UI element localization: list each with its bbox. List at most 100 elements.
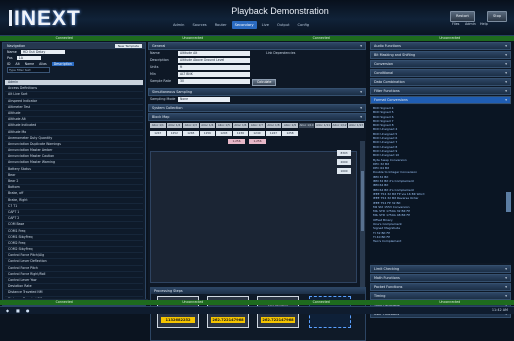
start-icon[interactable]: ◆ [6, 308, 9, 313]
min-input[interactable]: ALT BNK [178, 72, 250, 77]
block-map-column-header[interactable]: Alloc 1/4 [200, 123, 216, 128]
filter-alias[interactable]: Alias [39, 62, 47, 66]
function-section-header[interactable]: Conditional▾ [370, 69, 511, 77]
nav-item-router[interactable]: Router [212, 21, 230, 29]
nav-item-secondary[interactable]: Secondary [232, 21, 257, 29]
admin-link[interactable]: Admin [465, 22, 476, 26]
block-map-column-header[interactable]: Alloc 1/8 [266, 123, 282, 128]
new-template-button[interactable]: New Template [115, 44, 142, 48]
filter-name[interactable]: Name [25, 62, 34, 66]
block-map-cell[interactable]: 1247 [150, 131, 166, 136]
collapse-icon[interactable]: ▾ [360, 89, 362, 95]
block-map-header[interactable]: Block Map ▾ [148, 113, 366, 121]
collapse-icon[interactable]: ▾ [360, 43, 362, 49]
vertical-scrollbar[interactable] [360, 141, 365, 289]
block-map-column-header[interactable]: Alloc 1/7 [249, 123, 265, 128]
block-map-cell[interactable]: 1256 [200, 131, 216, 136]
scrollbar-thumb[interactable] [361, 171, 364, 231]
chevron-down-icon[interactable]: ▾ [505, 293, 507, 299]
collapse-icon[interactable]: ▾ [360, 105, 362, 111]
block-map-cell[interactable] [332, 131, 348, 136]
help-link[interactable]: Help [480, 22, 488, 26]
units-input[interactable]: ft [178, 65, 250, 70]
block-map-column-header[interactable]: Alloc 1/10 [299, 123, 315, 128]
block-map-cell[interactable]: 1252 [167, 131, 183, 136]
status-segment: Connected [257, 300, 386, 305]
chevron-down-icon[interactable]: ▾ [505, 275, 507, 281]
function-section-header[interactable]: Conversion▾ [370, 60, 511, 68]
chevron-down-icon[interactable]: ▾ [505, 284, 507, 290]
function-section-header[interactable]: Math Functions▾ [370, 274, 511, 282]
block-map-cell[interactable]: 1258 [282, 131, 298, 136]
function-section-header[interactable]: Packet Functions▾ [370, 283, 511, 291]
block-map-cell[interactable] [315, 131, 331, 136]
function-item[interactable]: Two's Complement [373, 239, 511, 243]
block-map-column-header[interactable]: Alloc 1/6 [233, 123, 249, 128]
chevron-down-icon[interactable]: ▾ [505, 70, 507, 76]
block-map-cell[interactable]: 1265 [183, 131, 199, 136]
general-header[interactable]: General ▾ [148, 42, 366, 50]
function-section-header[interactable]: Format Conversions▾ [370, 96, 511, 104]
function-section-header[interactable]: Bit Masking and Shifting▾ [370, 51, 511, 59]
function-section-header[interactable]: Limit Checking▾ [370, 265, 511, 273]
calculate-button[interactable]: Calculate [252, 79, 276, 86]
highlighted-cell[interactable]: 1,256 [228, 139, 245, 144]
collapse-icon[interactable]: ▾ [360, 114, 362, 120]
block-map-column-header[interactable]: Alloc 1/1 [150, 123, 166, 128]
block-map-cell[interactable]: 1240 [249, 131, 265, 136]
folder-icon[interactable]: ■ [16, 308, 20, 313]
filter-id[interactable]: ID [7, 62, 10, 66]
nav-item-live[interactable]: Live [259, 21, 272, 29]
processing-steps-header[interactable]: Processing Steps [151, 288, 365, 294]
chevron-down-icon[interactable]: ▾ [505, 43, 507, 49]
link-dependencies-label[interactable]: Link Dependencies [266, 51, 295, 56]
name-input[interactable]: Altitude Alt [178, 51, 250, 56]
block-map-column-header[interactable]: Alloc 1/12 [332, 123, 348, 128]
function-section-header[interactable]: Data Combination▾ [370, 78, 511, 86]
chevron-down-icon[interactable]: ▾ [505, 97, 507, 103]
nav-item-admin[interactable]: Admin [170, 21, 187, 29]
block-map-cell[interactable]: 1203 [216, 131, 232, 136]
block-map-cell[interactable]: 1236 [233, 131, 249, 136]
block-map-column-header[interactable]: Alloc 1/5 [216, 123, 232, 128]
sample-rate-input[interactable]: 30 [178, 79, 250, 84]
block-map-column-header[interactable]: Alloc 1/3 [183, 123, 199, 128]
list-item[interactable]: Distance Traveled SM [5, 297, 143, 298]
function-section-header[interactable]: Audio Functions▾ [370, 42, 511, 50]
nav-item-output[interactable]: Output [274, 21, 292, 29]
sampling-mode-select[interactable]: None [178, 97, 230, 102]
chevron-down-icon[interactable]: ▾ [505, 79, 507, 85]
block-map-column-header[interactable]: Alloc 1/13 [348, 123, 364, 128]
block-map-column-header[interactable]: Alloc 1/11 [315, 123, 331, 128]
block-map-canvas[interactable]: 8303 2000 1000 [150, 151, 357, 283]
filter-alt[interactable]: Alt [15, 62, 19, 66]
block-map-cell[interactable] [299, 131, 315, 136]
format-conversion-list: BCD Signed 4BCD Signed 5BCD Signed 6BCD … [370, 105, 511, 263]
nav-item-config[interactable]: Config [294, 21, 312, 29]
pos-field[interactable]: 1A [17, 56, 41, 60]
browser-icon[interactable]: ● [26, 308, 30, 313]
description-input[interactable]: Altitude Above Ground Level [178, 58, 250, 63]
function-section-header[interactable]: Timing▾ [370, 292, 511, 300]
stop-button[interactable]: Stop [487, 11, 507, 22]
restart-button[interactable]: Restart [450, 11, 475, 22]
block-map-column-header[interactable]: Alloc 1/9 [282, 123, 298, 128]
name-field[interactable]: HD Out Delay [21, 50, 65, 54]
chevron-down-icon[interactable]: ▾ [505, 88, 507, 94]
system-collection-header[interactable]: System Collection ▾ [148, 104, 366, 112]
block-map-column-header[interactable]: Alloc 1/2 [167, 123, 183, 128]
files-link[interactable]: Files [452, 22, 459, 26]
block-map-side-value: 2000 [337, 159, 351, 165]
function-section-header[interactable]: Filter Functions▾ [370, 87, 511, 95]
chevron-down-icon[interactable]: ▾ [505, 61, 507, 67]
simultaneous-header[interactable]: Simultaneous Sampling ▾ [148, 88, 366, 96]
side-drawer-tab[interactable] [506, 192, 511, 212]
chevron-down-icon[interactable]: ▾ [505, 266, 507, 272]
nav-item-sources[interactable]: Sources [189, 21, 209, 29]
chevron-down-icon[interactable]: ▾ [505, 52, 507, 58]
filter-description[interactable]: Description [52, 62, 74, 66]
search-input[interactable]: Type filter text [7, 67, 50, 73]
block-map-cell[interactable] [348, 131, 364, 136]
block-map-cell[interactable]: 1247 [266, 131, 282, 136]
highlighted-cell[interactable]: 1,256 [249, 139, 266, 144]
